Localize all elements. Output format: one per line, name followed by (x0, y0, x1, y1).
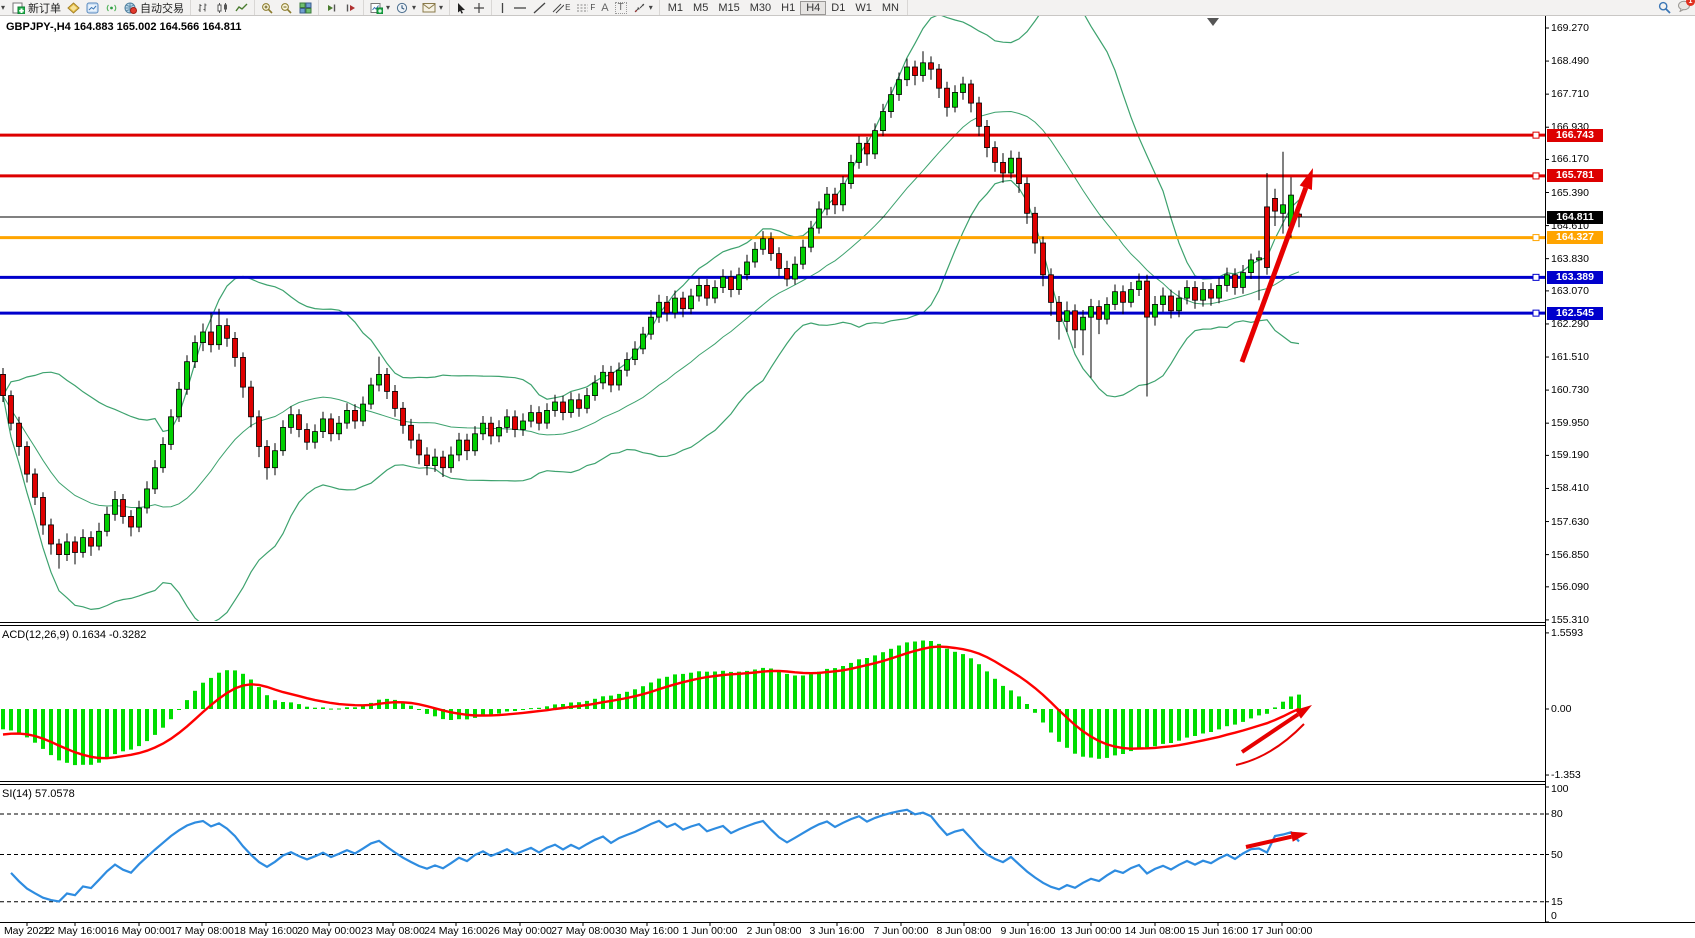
chart-profiles-button[interactable] (64, 1, 83, 15)
timeframe-d1[interactable]: D1 (826, 1, 850, 15)
arrows-caret[interactable]: ▾ (649, 3, 653, 12)
text-label-letter: T (615, 2, 627, 14)
signal-icon (105, 2, 118, 14)
timeframe-m1[interactable]: M1 (663, 1, 688, 15)
horizontal-line-tool[interactable] (510, 1, 530, 15)
clock-icon (396, 2, 409, 14)
chart-profiles-icon (67, 2, 80, 14)
new-order-label: 新订单 (28, 0, 61, 16)
line-chart-mode-button[interactable] (232, 1, 251, 15)
text-label-tool[interactable]: T (612, 1, 630, 15)
tile-windows-button[interactable] (296, 1, 315, 15)
bar-chart-icon (197, 2, 210, 14)
candlestick-icon (216, 2, 229, 14)
crosshair-tool-button[interactable] (470, 1, 488, 15)
zoom-out-button[interactable] (277, 1, 296, 15)
zoom-in-button[interactable] (258, 1, 277, 15)
equidistant-channel-tool[interactable]: E (549, 1, 573, 15)
timeframe-h4[interactable]: H4 (800, 1, 826, 15)
arrows-tool-icon (633, 2, 646, 14)
new-order-button[interactable]: 新订单 (9, 1, 64, 15)
autotrading-button[interactable]: 自动交易 (121, 1, 187, 15)
auto-scroll-button[interactable] (322, 1, 341, 15)
arrows-tool[interactable]: ▾ (630, 1, 656, 15)
periods-button[interactable]: ▾ (393, 1, 419, 15)
vertical-line-tool[interactable] (495, 1, 510, 15)
mail-icon (422, 2, 436, 13)
templates-button[interactable]: ▾ (419, 1, 446, 15)
toolbar-overflow-caret[interactable]: ▾ (1, 3, 5, 12)
timeframe-m30[interactable]: M30 (745, 1, 776, 15)
bar-chart-mode-button[interactable] (194, 1, 213, 15)
fibonacci-tool[interactable]: F (573, 1, 598, 15)
text-tool[interactable]: A (598, 1, 611, 15)
templates-caret[interactable]: ▾ (439, 3, 443, 12)
text-tool-letter: A (601, 2, 608, 14)
timeframe-w1[interactable]: W1 (850, 1, 877, 15)
autotrading-label: 自动交易 (140, 0, 184, 16)
terminal-window: ▾ 新订单 自动交易 (0, 0, 1695, 938)
new-chart-caret[interactable]: ▾ (386, 3, 390, 12)
market-watch-button[interactable] (83, 1, 102, 15)
line-chart-icon (235, 2, 248, 14)
timeframe-m5[interactable]: M5 (688, 1, 713, 15)
timeframe-mn[interactable]: MN (877, 1, 904, 15)
timeframe-m15[interactable]: M15 (713, 1, 744, 15)
trendline-icon (533, 2, 546, 14)
new-chart-icon (370, 2, 383, 14)
toolbar: ▾ 新订单 自动交易 (0, 0, 1695, 16)
periods-caret[interactable]: ▾ (412, 3, 416, 12)
zoom-in-icon (261, 2, 274, 14)
zoom-out-icon (280, 2, 293, 14)
autotrading-icon (124, 2, 137, 14)
fibonacci-icon (576, 2, 589, 14)
cursor-tool-button[interactable] (453, 1, 470, 15)
crosshair-icon (473, 2, 485, 14)
chart-title: GBPJPY-,H4 164.883 165.002 164.566 164.8… (6, 21, 241, 33)
new-chart-button[interactable]: ▾ (367, 1, 393, 15)
horizontal-line-icon (513, 2, 527, 14)
vertical-line-icon (498, 2, 507, 14)
channel-icon (552, 2, 564, 14)
trendline-tool[interactable] (530, 1, 549, 15)
search-icon[interactable] (1658, 1, 1671, 14)
cursor-icon (456, 2, 467, 14)
chart-canvas[interactable] (0, 0, 1695, 938)
news-signal-button[interactable] (102, 1, 121, 15)
chart-shift-button[interactable] (341, 1, 360, 15)
channel-letter: E (565, 3, 570, 12)
fibo-letter: F (590, 3, 595, 12)
notification-badge: 1 (1686, 0, 1695, 6)
timeframe-h1[interactable]: H1 (776, 1, 800, 15)
chart-shift-icon (344, 2, 357, 14)
market-watch-icon (86, 2, 99, 14)
auto-scroll-icon (325, 2, 338, 14)
notifications-button[interactable]: 1 (1677, 0, 1691, 15)
candlestick-mode-button[interactable] (213, 1, 232, 15)
tile-windows-icon (299, 2, 312, 14)
new-order-icon (12, 2, 25, 14)
